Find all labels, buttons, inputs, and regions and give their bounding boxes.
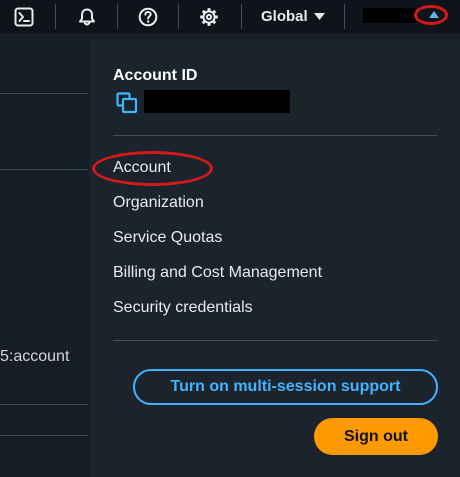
menu-item-account[interactable]: Account: [113, 159, 171, 177]
menu-divider: [113, 135, 437, 136]
nav-divider: [178, 4, 179, 29]
nav-divider: [117, 4, 118, 29]
help-button[interactable]: [125, 0, 171, 33]
notifications-button[interactable]: [64, 0, 110, 33]
background-divider: [0, 404, 88, 405]
cloudshell-icon: [14, 7, 33, 26]
caret-down-icon: [313, 12, 325, 20]
nav-divider: [55, 4, 56, 29]
nav-divider: [344, 4, 345, 29]
menu-item-security-credentials[interactable]: Security credentials: [113, 299, 253, 317]
menu-item-organization[interactable]: Organization: [113, 194, 204, 212]
settings-button[interactable]: [186, 0, 232, 33]
copy-icon[interactable]: [116, 92, 138, 114]
menu-divider: [113, 340, 437, 341]
region-selector[interactable]: Global: [253, 0, 337, 33]
multi-session-button[interactable]: Turn on multi-session support: [133, 369, 438, 405]
menu-item-service-quotas[interactable]: Service Quotas: [113, 229, 222, 247]
account-dropdown-panel: Account ID Account Organization Service …: [89, 40, 460, 477]
cloudshell-button[interactable]: [0, 0, 47, 33]
gear-icon: [200, 7, 218, 26]
console-page: Global 5:account Account ID Account Orga…: [0, 0, 460, 477]
redacted-account-name-tail: [415, 18, 421, 23]
background-divider: [0, 435, 88, 436]
sign-out-button[interactable]: Sign out: [314, 418, 438, 455]
redacted-account-name: [363, 8, 415, 23]
background-divider: [0, 169, 88, 170]
account-id-label: Account ID: [113, 67, 198, 84]
background-divider: [0, 93, 88, 94]
background-text-fragment: 5:account: [0, 348, 70, 365]
help-icon: [138, 7, 158, 26]
nav-divider: [241, 4, 242, 29]
menu-item-billing[interactable]: Billing and Cost Management: [113, 264, 322, 282]
region-label: Global: [261, 8, 308, 25]
top-navigation-bar: Global: [0, 0, 460, 33]
account-menu-button[interactable]: [352, 0, 460, 33]
redacted-account-id: [144, 90, 290, 113]
bell-icon: [79, 8, 95, 25]
caret-up-icon: [429, 11, 439, 18]
